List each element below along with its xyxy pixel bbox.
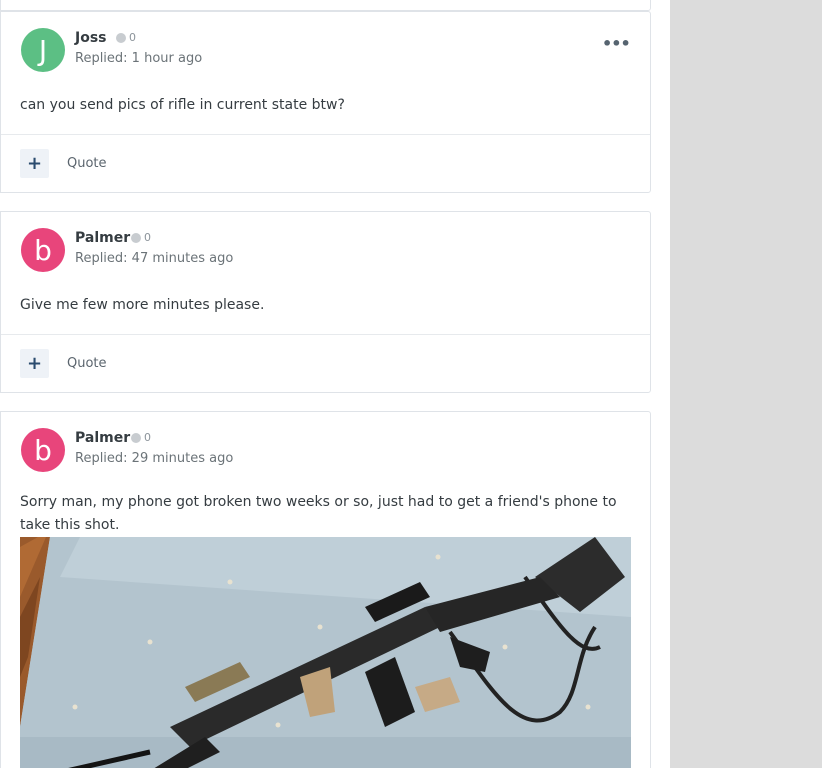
reaction-add-button[interactable]: + [20,349,49,378]
reputation-count: 0 [144,431,151,444]
rifle-photo[interactable] [20,537,631,768]
post-feed: J Joss 0 Replied: 1 hour ago ••• can you… [0,0,670,768]
reputation-count: 0 [144,231,151,244]
rifle-photo-illustration [20,537,631,768]
avatar[interactable]: b [21,428,65,472]
avatar[interactable]: b [21,228,65,272]
divider [1,334,650,335]
reputation-badge[interactable]: 0 [131,431,151,444]
reputation-badge[interactable]: 0 [131,231,151,244]
plus-icon: + [26,353,43,374]
quote-button[interactable]: Quote [67,156,107,171]
plus-icon: + [26,153,43,174]
author-name[interactable]: Palmer [75,230,130,246]
reputation-dot-icon [131,432,141,443]
post-joss: J Joss 0 Replied: 1 hour ago ••• can you… [0,11,651,193]
avatar-letter: J [38,33,48,67]
previous-post-edge [0,0,651,11]
author-name[interactable]: Joss [75,30,107,46]
reputation-count: 0 [129,31,136,44]
post-palmer-2: b Palmer 0 Replied: 29 minutes ago Sorry… [0,411,651,768]
post-palmer-1: b Palmer 0 Replied: 47 minutes ago Give … [0,211,651,393]
reputation-badge[interactable]: 0 [116,31,136,44]
replied-time: Replied: 29 minutes ago [75,451,234,466]
replied-time: Replied: 47 minutes ago [75,251,234,266]
divider [1,134,650,135]
reputation-dot-icon [131,232,141,243]
avatar-letter: b [34,433,52,467]
post-menu-icon[interactable]: ••• [602,34,631,53]
reputation-dot-icon [116,32,126,43]
right-sidebar [670,0,822,768]
quote-button[interactable]: Quote [67,356,107,371]
post-body: Sorry man, my phone got broken two weeks… [20,494,617,533]
reaction-add-button[interactable]: + [20,149,49,178]
avatar[interactable]: J [21,28,65,72]
post-body: can you send pics of rifle in current st… [20,97,345,113]
replied-time: Replied: 1 hour ago [75,51,203,66]
post-body: Give me few more minutes please. [20,297,265,313]
avatar-letter: b [34,233,52,267]
author-name[interactable]: Palmer [75,430,130,446]
